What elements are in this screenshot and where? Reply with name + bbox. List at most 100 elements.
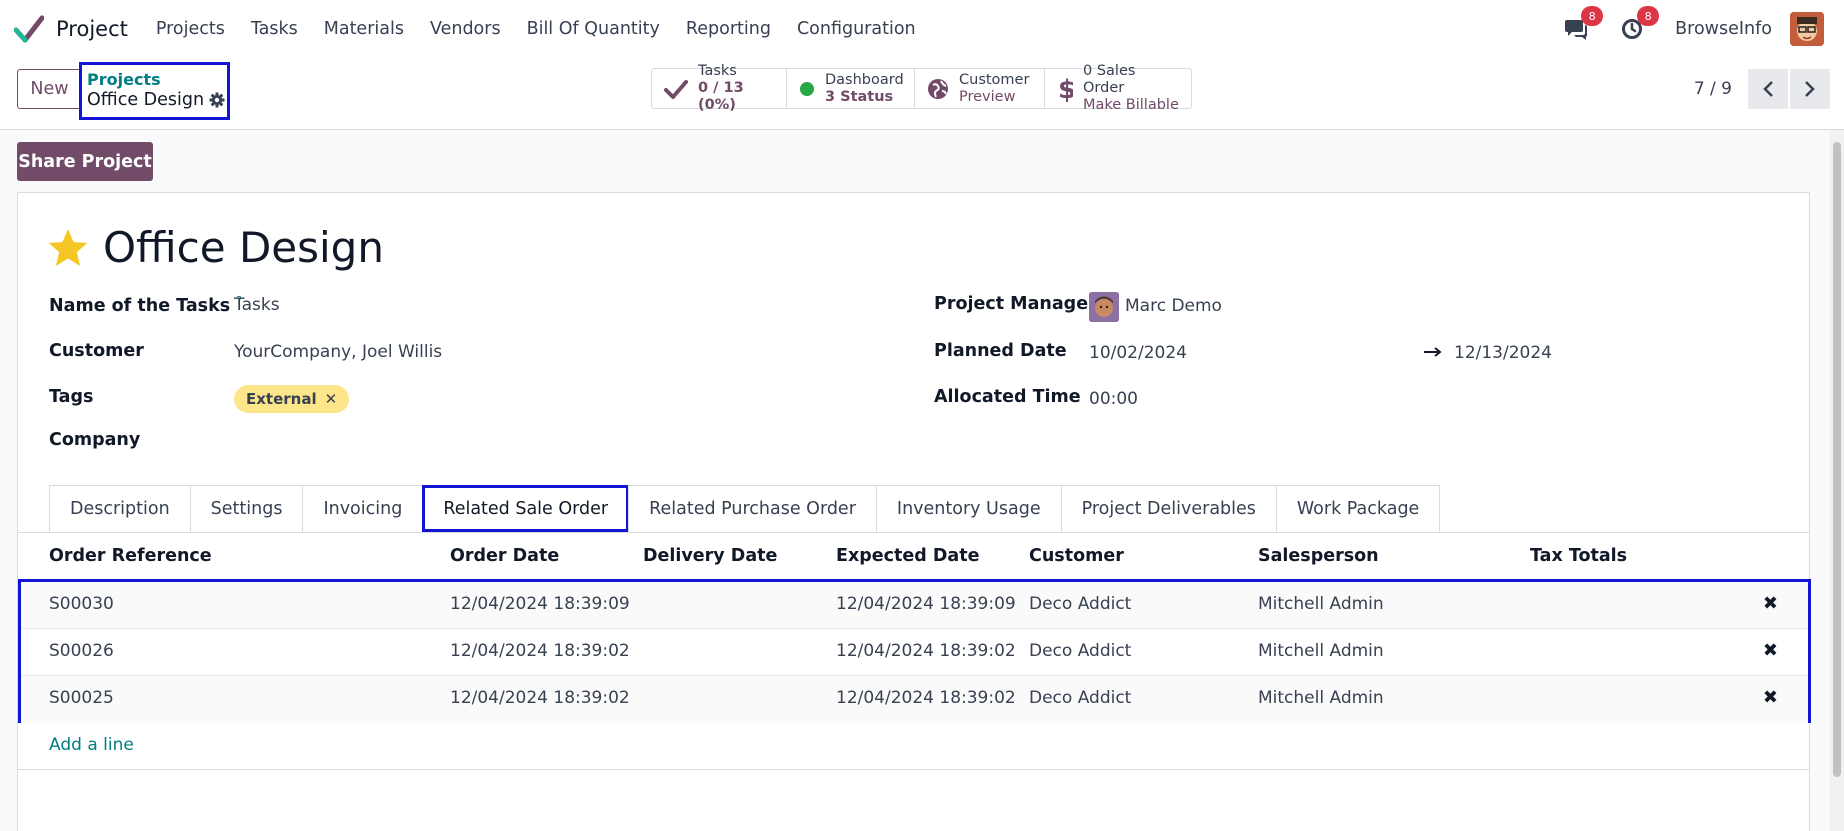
name-tasks-field[interactable]: Tasks bbox=[234, 295, 280, 315]
table-row[interactable]: S00026 12/04/2024 18:39:02 12/04/2024 18… bbox=[21, 629, 1808, 676]
menu-tasks[interactable]: Tasks bbox=[251, 19, 298, 39]
messages-button[interactable]: 8 bbox=[1563, 6, 1604, 42]
dollar-icon: $ bbox=[1058, 75, 1073, 103]
user-face-icon bbox=[1790, 12, 1824, 46]
col-tax-totals[interactable]: Tax Totals bbox=[1530, 546, 1627, 566]
scrollbar-thumb[interactable] bbox=[1833, 142, 1841, 777]
tab-project-deliverables[interactable]: Project Deliverables bbox=[1060, 485, 1277, 532]
table-bottom-divider bbox=[18, 769, 1809, 770]
menu-vendors[interactable]: Vendors bbox=[430, 19, 501, 39]
control-panel: New Projects Office Design Tasks 0 / 13 (… bbox=[0, 58, 1844, 130]
planned-start-field[interactable]: 10/02/2024 bbox=[1089, 343, 1187, 363]
dashboard-stat-button[interactable]: Dashboard 3 Status bbox=[787, 69, 915, 108]
pager-value[interactable]: 7 / 9 bbox=[1694, 79, 1732, 99]
tab-invoicing[interactable]: Invoicing bbox=[302, 485, 424, 532]
allocated-time-field[interactable]: 00:00 bbox=[1089, 389, 1138, 409]
pager-previous-button[interactable] bbox=[1748, 69, 1788, 109]
navbar-right: 8 8 BrowseInfo bbox=[1563, 0, 1824, 58]
project-manager-avatar bbox=[1089, 292, 1119, 322]
customer-preview-value: Preview bbox=[959, 88, 1016, 105]
breadcrumb: Projects Office Design bbox=[79, 62, 230, 120]
user-avatar[interactable] bbox=[1790, 12, 1824, 46]
delete-row-icon[interactable]: ✖ bbox=[1763, 593, 1778, 614]
tab-related-purchase-order[interactable]: Related Purchase Order bbox=[628, 485, 877, 532]
planned-end-field[interactable]: 12/13/2024 bbox=[1454, 343, 1552, 363]
title-row: Office Design bbox=[47, 223, 384, 272]
cell-expected-date: 12/04/2024 18:39:09 bbox=[836, 594, 1016, 614]
tasks-stat-button[interactable]: Tasks 0 / 13 (0%) bbox=[652, 63, 787, 113]
form-sheet: Office Design Name of the Tasks ? Tasks … bbox=[17, 192, 1811, 831]
menu-configuration[interactable]: Configuration bbox=[797, 19, 916, 39]
sale-order-rows: S00030 12/04/2024 18:39:09 12/04/2024 18… bbox=[18, 579, 1811, 723]
customer-preview-button[interactable]: Customer Preview bbox=[915, 69, 1045, 108]
cell-customer: Deco Addict bbox=[1029, 641, 1132, 661]
cell-expected-date: 12/04/2024 18:39:02 bbox=[836, 641, 1016, 661]
cell-order-date: 12/04/2024 18:39:09 bbox=[450, 594, 630, 614]
tab-work-package[interactable]: Work Package bbox=[1275, 485, 1441, 532]
delete-row-icon[interactable]: ✖ bbox=[1763, 687, 1778, 708]
customer-label: Customer bbox=[49, 341, 144, 361]
cell-order-date: 12/04/2024 18:39:02 bbox=[450, 641, 630, 661]
dashboard-stat-value: 3 Status bbox=[825, 88, 894, 105]
breadcrumb-current-label: Office Design bbox=[87, 90, 205, 110]
col-salesperson[interactable]: Salesperson bbox=[1258, 546, 1379, 566]
activities-button[interactable]: 8 bbox=[1619, 6, 1660, 42]
project-manager-label: Project Manager bbox=[934, 294, 1097, 314]
breadcrumb-current: Office Design bbox=[87, 89, 227, 111]
cell-order-reference: S00030 bbox=[49, 594, 114, 614]
gear-icon[interactable] bbox=[209, 92, 225, 108]
breadcrumb-projects-link[interactable]: Projects bbox=[87, 71, 227, 89]
check-icon bbox=[664, 79, 688, 99]
chevron-left-icon bbox=[1763, 81, 1773, 97]
table-row[interactable]: S00030 12/04/2024 18:39:09 12/04/2024 18… bbox=[21, 582, 1808, 629]
tag-external[interactable]: External ✕ bbox=[234, 385, 350, 413]
tab-description[interactable]: Description bbox=[49, 485, 191, 532]
tab-inventory-usage[interactable]: Inventory Usage bbox=[875, 485, 1062, 532]
cell-customer: Deco Addict bbox=[1029, 594, 1132, 614]
tasks-stat-label: Tasks bbox=[698, 63, 737, 79]
tag-external-label: External bbox=[246, 390, 317, 408]
name-tasks-label-text: Name of the Tasks bbox=[49, 295, 231, 316]
tags-label: Tags bbox=[49, 387, 94, 407]
globe-icon bbox=[928, 78, 948, 99]
cell-expected-date: 12/04/2024 18:39:02 bbox=[836, 688, 1016, 708]
delete-row-icon[interactable]: ✖ bbox=[1763, 640, 1778, 661]
messages-badge: 8 bbox=[1581, 6, 1604, 26]
activities-badge: 8 bbox=[1637, 6, 1660, 26]
project-logo[interactable] bbox=[14, 14, 44, 44]
customer-preview-label: Customer bbox=[959, 71, 1030, 88]
share-project-button[interactable]: Share Project bbox=[17, 142, 153, 181]
menu-projects[interactable]: Projects bbox=[156, 19, 225, 39]
close-icon[interactable]: ✕ bbox=[325, 390, 338, 408]
table-row[interactable]: S00025 12/04/2024 18:39:02 12/04/2024 18… bbox=[21, 676, 1808, 723]
customer-field[interactable]: YourCompany, Joel Willis bbox=[234, 342, 442, 362]
col-order-reference[interactable]: Order Reference bbox=[49, 546, 212, 566]
smart-buttons: Tasks 0 / 13 (0%) Dashboard 3 Status Custo… bbox=[651, 63, 1192, 113]
app-name[interactable]: Project bbox=[56, 17, 128, 41]
add-line-link[interactable]: Add a line bbox=[49, 735, 134, 755]
person-face-icon bbox=[1089, 292, 1119, 322]
make-billable-button[interactable]: $ 0 Sales Order Make Billable bbox=[1045, 63, 1191, 113]
cell-salesperson: Mitchell Admin bbox=[1258, 688, 1384, 708]
planned-date-label: Planned Date bbox=[934, 341, 1067, 361]
col-customer[interactable]: Customer bbox=[1029, 546, 1124, 566]
tab-related-sale-order[interactable]: Related Sale Order bbox=[422, 485, 630, 532]
star-icon[interactable] bbox=[47, 228, 89, 268]
company-name[interactable]: BrowseInfo bbox=[1675, 19, 1772, 39]
project-manager-field[interactable]: Marc Demo bbox=[1125, 296, 1222, 316]
menu-bill-of-quantity[interactable]: Bill Of Quantity bbox=[527, 19, 660, 39]
pager-next-button[interactable] bbox=[1790, 69, 1830, 109]
menu-materials[interactable]: Materials bbox=[324, 19, 404, 39]
svg-text:$: $ bbox=[1058, 75, 1073, 103]
project-title[interactable]: Office Design bbox=[103, 223, 384, 272]
menu-reporting[interactable]: Reporting bbox=[686, 19, 771, 39]
col-delivery-date[interactable]: Delivery Date bbox=[643, 546, 777, 566]
tab-settings[interactable]: Settings bbox=[189, 485, 304, 532]
cell-order-reference: S00025 bbox=[49, 688, 114, 708]
col-expected-date[interactable]: Expected Date bbox=[836, 546, 979, 566]
col-order-date[interactable]: Order Date bbox=[450, 546, 559, 566]
cell-customer: Deco Addict bbox=[1029, 688, 1132, 708]
company-label: Company bbox=[49, 430, 141, 450]
new-button[interactable]: New bbox=[17, 69, 82, 109]
dashboard-stat-label: Dashboard bbox=[825, 71, 904, 88]
